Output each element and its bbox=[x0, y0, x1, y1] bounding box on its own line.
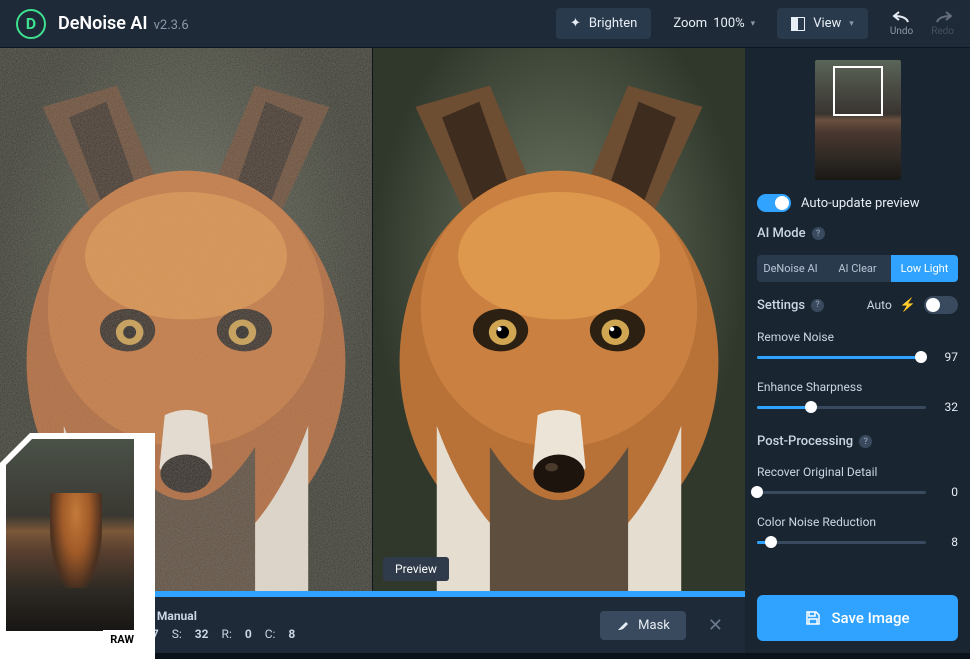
raw-thumbnail[interactable]: RAW bbox=[0, 433, 145, 653]
slider-value: 97 bbox=[936, 350, 958, 364]
redo-button[interactable]: Redo bbox=[931, 10, 954, 37]
auto-update-row: Auto-update preview bbox=[757, 194, 958, 212]
app-version: v2.3.6 bbox=[154, 18, 189, 33]
auto-label: Auto bbox=[867, 298, 892, 312]
help-icon[interactable]: ? bbox=[811, 299, 824, 312]
undo-icon bbox=[892, 10, 912, 24]
bolt-icon: ⚡ bbox=[900, 298, 916, 313]
view-label: View bbox=[813, 16, 841, 31]
auto-settings-toggle[interactable] bbox=[924, 296, 958, 314]
app-name: DeNoise AI bbox=[58, 13, 148, 34]
slider-label: Enhance Sharpness bbox=[757, 380, 958, 394]
help-icon[interactable]: ? bbox=[859, 435, 872, 448]
mode-denoise-ai[interactable]: DeNoise AI bbox=[757, 255, 824, 282]
settings-title: Settings bbox=[757, 298, 805, 313]
slider-label: Color Noise Reduction bbox=[757, 515, 958, 529]
chevron-down-icon: ▾ bbox=[849, 19, 854, 29]
slider-track[interactable] bbox=[757, 356, 926, 359]
brighten-icon: ✦ bbox=[570, 16, 581, 31]
recover-detail-slider: Recover Original Detail 0 bbox=[757, 465, 958, 499]
navigator-thumbnail[interactable] bbox=[815, 60, 901, 180]
slider-label: Remove Noise bbox=[757, 330, 958, 344]
color-noise-slider: Color Noise Reduction 8 bbox=[757, 515, 958, 549]
enhance-sharpness-slider: Enhance Sharpness 32 bbox=[757, 380, 958, 414]
mask-label: Mask bbox=[638, 618, 670, 633]
topbar: D DeNoise AI v2.3.6 ✦ Brighten Zoom 100%… bbox=[0, 0, 970, 48]
mask-button[interactable]: Mask bbox=[600, 611, 686, 640]
zoom-value: 100% bbox=[713, 16, 744, 31]
slider-value: 0 bbox=[936, 485, 958, 499]
settings-header: Settings ? Auto ⚡ bbox=[757, 296, 958, 314]
undo-button[interactable]: Undo bbox=[890, 10, 913, 37]
navigator-viewport[interactable] bbox=[833, 66, 883, 116]
mode-ai-clear[interactable]: AI Clear bbox=[824, 255, 891, 282]
sidebar: Auto-update preview AI Mode ? DeNoise AI… bbox=[745, 48, 970, 653]
undo-label: Undo bbox=[890, 26, 913, 37]
remove-noise-slider: Remove Noise 97 bbox=[757, 330, 958, 364]
brighten-label: Brighten bbox=[589, 16, 637, 31]
help-icon[interactable]: ? bbox=[812, 227, 825, 240]
save-image-button[interactable]: Save Image bbox=[757, 595, 958, 641]
preview-chip: Preview bbox=[383, 557, 449, 581]
auto-update-label: Auto-update preview bbox=[801, 196, 919, 211]
close-button[interactable]: ✕ bbox=[702, 615, 729, 636]
slider-value: 8 bbox=[936, 535, 958, 549]
save-label: Save Image bbox=[831, 609, 909, 627]
slider-track[interactable] bbox=[757, 541, 926, 544]
brighten-button[interactable]: ✦ Brighten bbox=[556, 8, 651, 39]
slider-track[interactable] bbox=[757, 491, 926, 494]
app-logo: D bbox=[16, 9, 46, 39]
ai-mode-segmented: DeNoise AI AI Clear Low Light bbox=[757, 255, 958, 282]
chevron-down-icon: ▾ bbox=[751, 19, 756, 29]
after-image: Preview bbox=[372, 48, 745, 591]
slider-label: Recover Original Detail bbox=[757, 465, 958, 479]
split-view-icon bbox=[791, 17, 805, 31]
view-button[interactable]: View ▾ bbox=[777, 8, 868, 39]
auto-update-toggle[interactable] bbox=[757, 194, 791, 212]
zoom-label: Zoom bbox=[673, 16, 707, 31]
brush-icon bbox=[616, 618, 630, 632]
mode-low-light[interactable]: Low Light bbox=[891, 255, 958, 282]
post-processing-title: Post-Processing ? bbox=[757, 434, 958, 449]
app-title-group: DeNoise AI v2.3.6 bbox=[58, 13, 189, 34]
redo-label: Redo bbox=[931, 26, 954, 37]
redo-icon bbox=[933, 10, 953, 24]
zoom-control[interactable]: Zoom 100% ▾ bbox=[663, 8, 765, 39]
slider-value: 32 bbox=[936, 400, 958, 414]
ai-mode-title: AI Mode ? bbox=[757, 226, 958, 241]
save-icon bbox=[805, 610, 821, 626]
slider-track[interactable] bbox=[757, 406, 926, 409]
raw-badge: RAW bbox=[103, 630, 141, 649]
